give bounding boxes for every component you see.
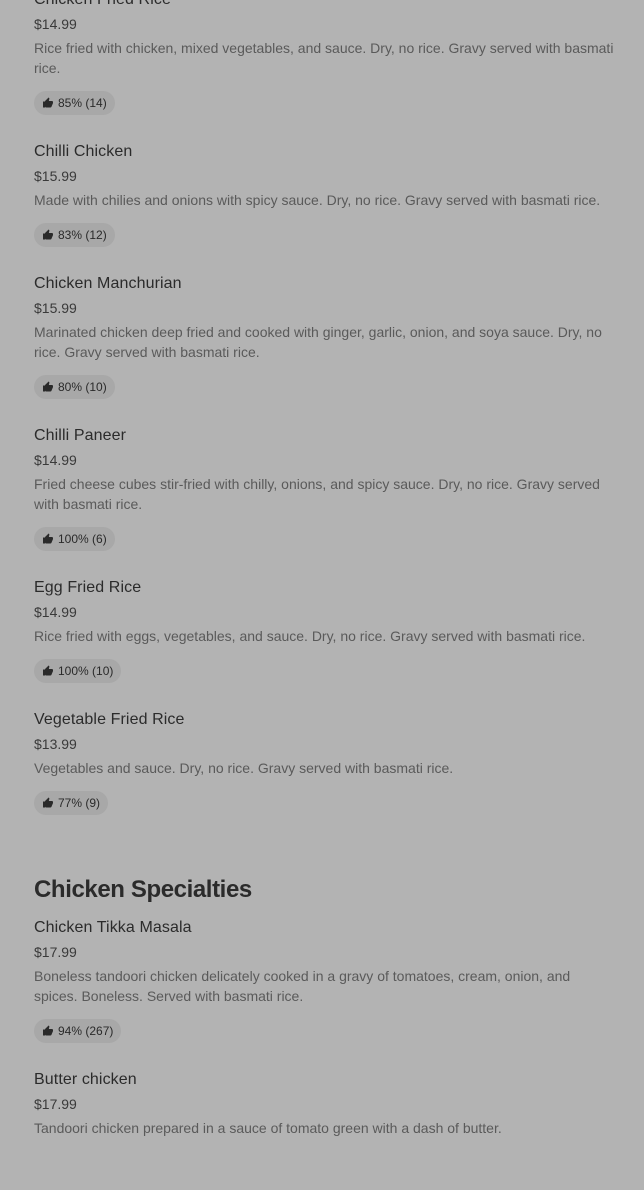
thumbs-up-icon [42,1025,54,1037]
rating-text: 100% (10) [58,664,114,678]
menu-item-chilli-chicken[interactable]: Chilli Chicken $15.99 Made with chilies … [34,142,614,274]
item-name: Chicken Tikka Masala [34,919,192,936]
rating-badge: 80% (10) [34,375,115,399]
rating-badge: 85% (14) [34,91,115,115]
item-description: Marinated chicken deep fried and cooked … [34,324,602,360]
item-description: Fried cheese cubes stir-fried with chill… [34,476,600,512]
item-price: $15.99 [34,168,77,184]
item-price: $15.99 [34,300,77,316]
item-description: Rice fried with eggs, vegetables, and sa… [34,628,586,644]
item-price: $13.99 [34,736,77,752]
item-description: Made with chilies and onions with spicy … [34,192,601,208]
item-name: Chicken Fried Rice [34,0,614,10]
thumbs-up-icon [42,229,54,241]
item-name: Chilli Paneer [34,427,127,444]
menu-list: Chicken Fried Rice $14.99 Rice fried wit… [34,0,614,1190]
menu-item-chicken-tikka-masala[interactable]: Chicken Tikka Masala $17.99 Boneless tan… [34,918,614,1070]
rating-text: 80% (10) [58,380,107,394]
menu-item-chicken-fried-rice[interactable]: Chicken Fried Rice $14.99 Rice fried wit… [34,0,614,142]
rating-text: 85% (14) [58,96,107,110]
thumbs-up-icon [42,797,54,809]
item-name: Butter chicken [34,1071,137,1088]
menu-item-egg-fried-rice[interactable]: Egg Fried Rice $14.99 Rice fried with eg… [34,578,614,710]
item-description: Tandoori chicken prepared in a sauce of … [34,1120,502,1136]
rating-text: 100% (6) [58,532,107,546]
item-description: Rice fried with chicken, mixed vegetable… [34,40,614,76]
item-price: $14.99 [34,452,77,468]
section-header: Chicken Specialties [34,874,614,918]
rating-text: 77% (9) [58,796,101,810]
item-price: $14.99 [34,16,77,32]
rating-badge: 100% (10) [34,659,122,683]
item-name: Chilli Chicken [34,143,133,160]
rating-badge: 94% (267) [34,1019,122,1043]
rating-badge: 100% (6) [34,527,115,551]
rating-badge: 77% (9) [34,791,109,815]
item-price: $14.99 [34,604,77,620]
item-name: Chicken Manchurian [34,275,182,292]
thumbs-up-icon [42,533,54,545]
item-name: Egg Fried Rice [34,579,142,596]
menu-item-butter-chicken[interactable]: Butter chicken $17.99 Tandoori chicken p… [34,1070,614,1190]
rating-text: 83% (12) [58,228,107,242]
item-price: $17.99 [34,944,77,960]
thumbs-up-icon [42,665,54,677]
thumbs-up-icon [42,97,54,109]
thumbs-up-icon [42,381,54,393]
item-description: Boneless tandoori chicken delicately coo… [34,968,571,1004]
item-description: Vegetables and sauce. Dry, no rice. Grav… [34,760,454,776]
item-name: Vegetable Fried Rice [34,711,185,728]
menu-item-vegetable-fried-rice[interactable]: Vegetable Fried Rice $13.99 Vegetables a… [34,710,614,874]
item-price: $17.99 [34,1096,77,1112]
section-title: Chicken Specialties [34,876,252,903]
rating-badge: 83% (12) [34,223,115,247]
menu-item-chicken-manchurian[interactable]: Chicken Manchurian $15.99 Marinated chic… [34,274,614,426]
rating-text: 94% (267) [58,1024,114,1038]
menu-item-chilli-paneer[interactable]: Chilli Paneer $14.99 Fried cheese cubes … [34,426,614,578]
